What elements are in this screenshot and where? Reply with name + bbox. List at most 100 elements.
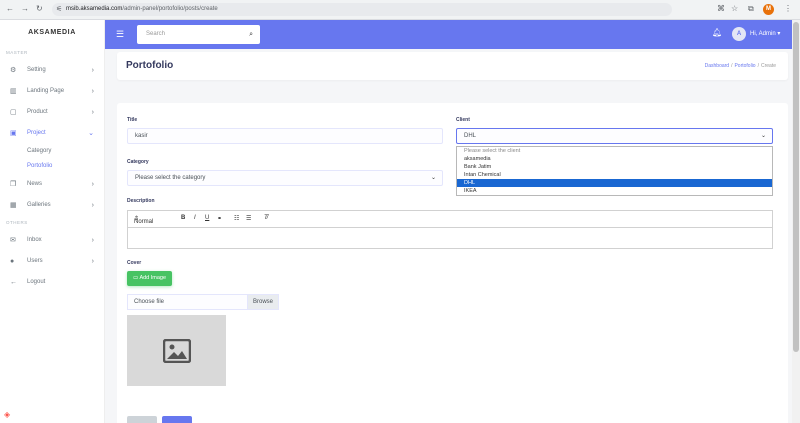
underline-icon[interactable]: U (205, 215, 209, 221)
breadcrumb-create: Create (760, 63, 776, 69)
file-icon: ▢ (10, 109, 17, 116)
breadcrumb-portofolio[interactable]: Portofolio (734, 63, 755, 69)
chevron-down-icon: ⌄ (88, 130, 94, 137)
client-option-bank-jatim[interactable]: Bank Jatim (457, 163, 772, 171)
map-icon: ▥ (10, 88, 17, 95)
category-label: Category (127, 159, 149, 165)
sidebar-item-galleries[interactable]: ▦ Galleries › (0, 195, 104, 216)
sidebar-item-label: Logout (27, 279, 46, 285)
form-card: Title kasir Client DHL ⌄ Please select t… (117, 103, 788, 423)
browser-menu-icon[interactable]: ⋮ (784, 4, 792, 13)
image-placeholder-icon (163, 339, 191, 363)
title-input[interactable]: kasir (127, 128, 443, 144)
section-header: Portofolio Dashboard / Portofolio / Create (117, 52, 788, 80)
image-icon: ▭ (133, 275, 139, 281)
cover-label: Cover (127, 260, 142, 266)
bell-icon[interactable]: 🔔︎ (712, 28, 722, 37)
sidebar-item-label: Galleries (27, 202, 51, 208)
client-option-intan-chemical[interactable]: Intan Chemical (457, 171, 772, 179)
bold-icon[interactable]: B (181, 215, 185, 221)
section-others: OTHERS (6, 220, 28, 225)
client-option-aksamedia[interactable]: aksamedia (457, 155, 772, 163)
link-icon[interactable]: ⚭ (217, 215, 222, 222)
brand-logo[interactable]: AKSAMEDIA (0, 20, 104, 46)
client-option-ikea[interactable]: IKEA (457, 187, 772, 195)
url-path: /admin-panel/portofolio/posts/create (122, 6, 218, 12)
top-navbar: ☰ Search ⌕ 🔔︎ A Hi, Admin ▾ (105, 20, 800, 49)
text-style-value: Normal (134, 219, 154, 225)
description-label: Description (127, 198, 155, 204)
sidebar-subitem-category[interactable]: Category (0, 144, 104, 159)
bullet-list-icon[interactable]: ☰ (246, 215, 251, 222)
bookmark-star-icon[interactable]: ☆ (731, 4, 738, 13)
client-option-placeholder[interactable]: Please select the client (457, 147, 772, 155)
file-input[interactable]: Choose file Browse (127, 294, 279, 310)
extensions-icon[interactable]: ⧉ (748, 4, 754, 14)
address-bar[interactable]: ⚟ msib.aksamedia.com/admin-panel/portofo… (52, 3, 672, 16)
url-host: msib.aksamedia.com (66, 6, 123, 12)
breadcrumb: Dashboard / Portofolio / Create (704, 63, 776, 69)
user-greeting: Hi, Admin (750, 31, 776, 37)
category-value: Please select the category (135, 175, 206, 181)
sidebar-item-inbox[interactable]: ✉ Inbox › (0, 230, 104, 251)
client-select[interactable]: DHL ⌄ (456, 128, 773, 144)
sidebar-subitem-portofolio[interactable]: Portofolio (0, 159, 104, 174)
sidebar-item-product[interactable]: ▢ Product › (0, 102, 104, 123)
image-icon: ▣ (10, 130, 17, 137)
search-input[interactable]: Search ⌕ (137, 25, 260, 44)
sidebar-item-landing-page[interactable]: ▥ Landing Page › (0, 81, 104, 102)
client-option-dhl[interactable]: DHL (457, 179, 772, 187)
sidebar-item-label: Project (27, 130, 46, 136)
description-editor[interactable] (127, 227, 773, 249)
sidebar-item-label: News (27, 181, 43, 187)
text-style-select[interactable]: Normal ⇕ (134, 215, 153, 225)
chevron-right-icon: › (91, 109, 94, 116)
chevron-down-icon: ⌄ (760, 133, 766, 139)
add-image-label: Add Image (139, 275, 167, 281)
chevron-down-icon: ⌄ (430, 175, 436, 181)
user-avatar[interactable]: A (732, 27, 746, 41)
sidebar-item-users[interactable]: ● Users › (0, 251, 104, 272)
copy-icon: ❐ (10, 181, 17, 188)
editor-toolbar: Normal ⇕ B I U ⚭ ☷ ☰ T̸ (127, 210, 773, 227)
hamburger-menu-icon[interactable]: ☰ (116, 29, 124, 40)
breadcrumb-dashboard[interactable]: Dashboard (705, 63, 729, 69)
italic-icon[interactable]: I (194, 215, 196, 221)
category-select[interactable]: Please select the category ⌄ (127, 170, 443, 186)
back-button[interactable] (127, 416, 157, 423)
gallery-icon: ▦ (10, 202, 17, 209)
sidebar-item-project[interactable]: ▣ Project ⌄ (0, 123, 104, 144)
client-label: Client (456, 117, 470, 123)
back-icon[interactable]: ← (6, 4, 14, 13)
scrollbar-thumb[interactable] (793, 22, 799, 352)
chevron-right-icon: › (91, 202, 94, 209)
forward-icon[interactable]: → (21, 4, 29, 13)
reload-icon[interactable]: ↻ (36, 4, 43, 13)
section-master: MASTER (6, 50, 28, 55)
browser-profile-avatar[interactable]: M (763, 4, 774, 15)
client-value: DHL (464, 133, 477, 139)
sidebar-item-news[interactable]: ❐ News › (0, 174, 104, 195)
site-info-icon[interactable]: ⚟ (56, 3, 62, 16)
sidebar-item-logout[interactable]: ← Logout (0, 272, 104, 293)
chevron-right-icon: › (91, 67, 94, 74)
title-value: kasir (135, 133, 148, 139)
browser-toolbar: ← → ↻ ⚟ msib.aksamedia.com/admin-panel/p… (0, 0, 800, 20)
submit-button[interactable] (162, 416, 192, 423)
user-menu-toggle[interactable]: Hi, Admin ▾ (750, 30, 780, 37)
sidebar-item-label: Setting (27, 67, 46, 73)
client-dropdown-list: Please select the client aksamedia Bank … (456, 146, 773, 196)
ordered-list-icon[interactable]: ☷ (234, 215, 239, 222)
chevron-right-icon: › (91, 237, 94, 244)
sidebar-item-setting[interactable]: ⚙ Setting › (0, 60, 104, 81)
page-title: Portofolio (126, 60, 174, 71)
translate-icon[interactable]: ⌘ (717, 4, 725, 13)
add-image-button[interactable]: ▭ Add Image (127, 271, 173, 286)
search-placeholder: Search (146, 31, 166, 37)
search-icon[interactable]: ⌕ (249, 25, 253, 44)
clear-format-icon[interactable]: T̸ (264, 215, 268, 221)
debug-bar-icon[interactable]: ◈ (4, 410, 10, 419)
browse-button[interactable]: Browse (247, 295, 278, 309)
envelope-icon: ✉ (10, 237, 16, 244)
chevron-right-icon: › (91, 181, 94, 188)
